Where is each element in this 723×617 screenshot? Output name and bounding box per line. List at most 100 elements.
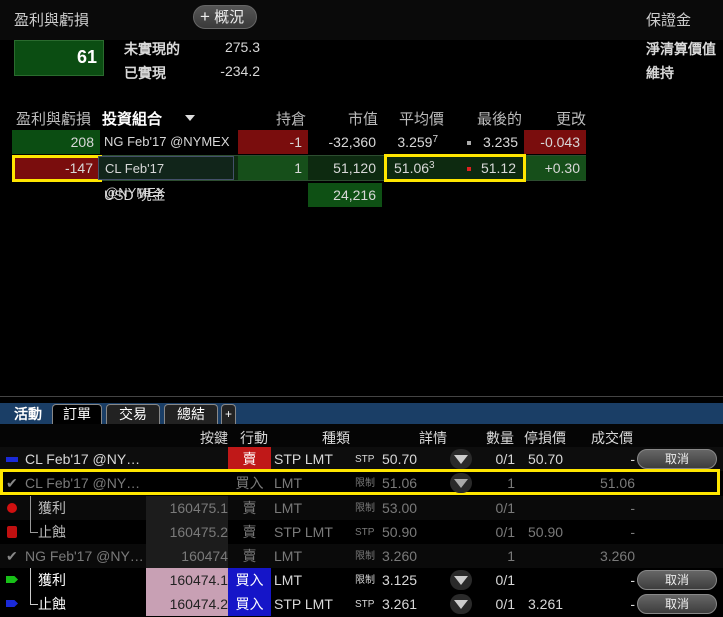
cancel-button[interactable]: 取消: [637, 594, 717, 614]
margin-title: 保證金: [646, 12, 692, 29]
order-key: 160474.1: [146, 568, 228, 592]
order-instrument: 止蝕: [38, 596, 66, 612]
order-row[interactable]: CL Feb'17 @NY… 賣 STP LMT STP 50.70 0/1 5…: [0, 447, 723, 471]
order-type: STP LMT: [274, 596, 333, 612]
change-cl: +0.30: [526, 156, 586, 180]
unrealized-value: 275.3: [224, 39, 260, 55]
col-position: 持倉: [275, 111, 306, 128]
order-row[interactable]: 止蝕 160474.2 買入 STP LMT STP 3.261 0/1 3.2…: [0, 592, 723, 616]
order-instrument: 獲利: [38, 500, 66, 516]
chevron-down-icon: [454, 479, 468, 488]
order-row[interactable]: ✔ NG Feb'17 @NY… 160474 賣 LMT 限制 3.260 1…: [0, 544, 723, 568]
order-fill: -: [630, 451, 635, 467]
market-value-cl: 51,120: [333, 160, 376, 176]
pnl-title: 盈利與虧損: [14, 12, 90, 29]
order-row[interactable]: 獲利 160475.1 賣 LMT 限制 53.00 0/1 -: [0, 496, 723, 520]
order-detail-value: 53.00: [382, 500, 418, 516]
overview-button[interactable]: + 概況: [193, 5, 257, 29]
order-detail-value: 51.06: [382, 475, 418, 491]
order-qty: 1: [507, 548, 515, 564]
order-key: 160474.2: [146, 592, 228, 616]
chevron-down-icon[interactable]: [185, 115, 195, 121]
tab-trades[interactable]: 交易: [106, 404, 160, 424]
order-detail-tag: STP: [355, 527, 375, 538]
col-action: 行動: [240, 430, 268, 446]
position-ng: -1: [238, 130, 308, 154]
pnl-total: 61: [14, 40, 104, 76]
detail-dropdown[interactable]: [450, 570, 472, 590]
transmit-flag-icon: [6, 576, 18, 583]
change-ng: -0.043: [524, 130, 586, 154]
order-detail-value: 50.70: [382, 451, 418, 467]
maint-label: 維持: [646, 65, 674, 81]
order-stop: 3.261: [528, 596, 564, 612]
order-row[interactable]: 獲利 160474.1 買入 LMT 限制 3.125 0/1 - 取消: [0, 568, 723, 592]
tab-summary[interactable]: 總結: [164, 404, 218, 424]
order-fill: -: [630, 500, 635, 516]
market-value-ng: -32,360: [328, 134, 376, 150]
order-key: 160474: [146, 544, 228, 568]
order-stop: 50.70: [528, 451, 564, 467]
col-type: 種類: [322, 430, 350, 446]
chevron-down-icon: [454, 576, 468, 585]
bracket-line: [30, 520, 31, 532]
order-detail-tag: 限制: [355, 478, 375, 489]
checkmark-icon: ✔: [6, 475, 18, 491]
order-row[interactable]: ✔ CL Feb'17 @NY… 買入 LMT 限制 51.06 1 51.06: [0, 471, 723, 495]
detail-dropdown[interactable]: [450, 594, 472, 614]
instrument-ng[interactable]: NG Feb'17 @NYMEX: [98, 130, 238, 154]
order-detail-tag: 限制: [355, 503, 375, 514]
col-last: 最後的: [476, 111, 522, 128]
order-type: LMT: [274, 572, 302, 588]
order-qty: 0/1: [495, 451, 515, 467]
chevron-down-icon: [454, 600, 468, 609]
last-ng: 3.235: [482, 134, 518, 150]
bracket-line: [30, 592, 31, 604]
order-detail-value: 50.90: [382, 524, 418, 540]
col-fill: 成交價: [591, 430, 633, 446]
order-type: LMT: [274, 548, 302, 564]
summary-bar: [0, 0, 723, 40]
order-key: 160475.1: [146, 496, 228, 520]
col-key: 按鍵: [200, 430, 228, 446]
order-action: 買入: [228, 592, 271, 616]
tab-orders[interactable]: 訂單: [52, 404, 102, 424]
pending-flag-icon: [6, 600, 18, 607]
realized-label: 已實現: [124, 65, 166, 81]
order-action: 買入: [228, 568, 271, 592]
cancel-button[interactable]: 取消: [637, 449, 717, 469]
order-detail-tag: 限制: [355, 551, 375, 562]
chevron-down-icon: [454, 455, 468, 464]
detail-dropdown[interactable]: [450, 449, 472, 469]
order-fill: 51.06: [599, 475, 635, 491]
order-fill: -: [630, 596, 635, 612]
overview-label: 概況: [214, 9, 245, 26]
order-row[interactable]: 止蝕 160475.2 賣 STP LMT STP 50.90 0/1 50.9…: [0, 520, 723, 544]
order-fill: -: [630, 572, 635, 588]
col-change: 更改: [555, 111, 586, 128]
cancel-button[interactable]: 取消: [637, 570, 717, 590]
order-type: STP LMT: [274, 524, 333, 540]
instrument-cl[interactable]: CL Feb'17 @NYMEX: [98, 156, 234, 200]
col-qty: 數量: [486, 430, 514, 446]
col-market-value: 市值: [347, 111, 378, 128]
order-detail-tag: STP: [355, 599, 375, 610]
order-key: 160475.2: [146, 520, 228, 544]
portfolio-title: 投資組合: [102, 111, 163, 128]
order-qty: 0/1: [495, 596, 515, 612]
add-tab-button[interactable]: +: [221, 404, 236, 424]
unrealized-label: 未實現的: [124, 41, 180, 57]
tab-activity[interactable]: 活動: [14, 404, 42, 424]
order-instrument: NG Feb'17 @NY…: [25, 548, 144, 564]
bracket-line: [30, 568, 31, 592]
detail-dropdown[interactable]: [450, 473, 472, 493]
order-qty: 0/1: [495, 524, 515, 540]
order-fill: -: [630, 524, 635, 540]
order-fill: 3.260: [599, 548, 635, 564]
order-instrument: CL Feb'17 @NY…: [25, 451, 141, 467]
col-stop: 停損價: [524, 430, 566, 446]
portfolio-pnl-ng: 208: [12, 130, 100, 154]
order-detail-value: 3.261: [382, 596, 418, 612]
plus-icon: +: [200, 7, 210, 26]
order-type: STP LMT: [274, 451, 333, 467]
